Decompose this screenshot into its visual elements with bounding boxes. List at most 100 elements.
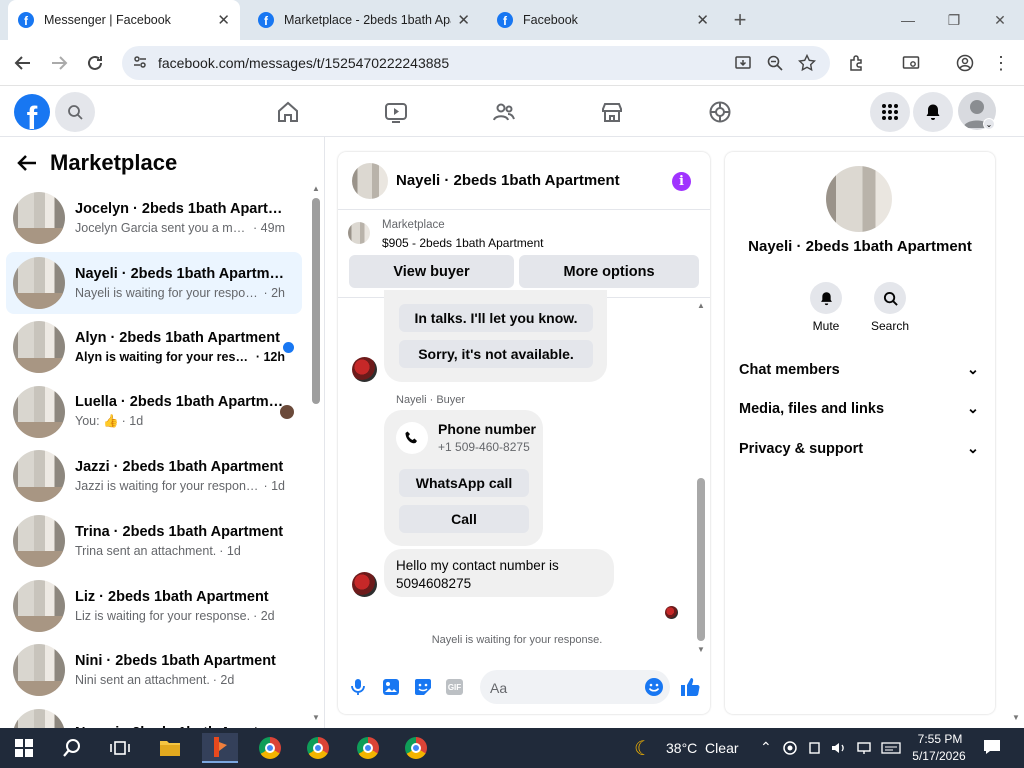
weather-text[interactable]: 38°C Clear: [666, 740, 739, 756]
tab-search-icon[interactable]: [900, 52, 922, 74]
photo-icon[interactable]: [382, 678, 400, 696]
view-buyer-button[interactable]: View buyer: [349, 255, 514, 288]
tab-facebook[interactable]: f Facebook ✕: [487, 0, 719, 40]
gaming-icon[interactable]: [708, 100, 732, 124]
gif-icon[interactable]: GIF: [446, 679, 463, 695]
media-files-links-section[interactable]: Media, files and links ⌄: [739, 401, 979, 417]
chrome-profile-icon[interactable]: [300, 733, 336, 763]
chat-header-avatar[interactable]: [352, 163, 388, 199]
reload-icon[interactable]: [84, 52, 106, 74]
clock-time[interactable]: 7:55 PM: [912, 732, 968, 746]
conversation-item[interactable]: Nayeli · 2beds 1bath Apartment Nayeli is …: [6, 251, 302, 314]
video-icon[interactable]: [384, 100, 408, 124]
mute-bell-icon[interactable]: [810, 282, 842, 314]
message-input[interactable]: [480, 670, 670, 704]
search-label[interactable]: Search: [864, 319, 916, 333]
minimize-icon[interactable]: —: [894, 8, 922, 32]
close-tab-icon[interactable]: ✕: [696, 11, 709, 29]
forward-arrow-icon[interactable]: [48, 52, 70, 74]
tab-marketplace[interactable]: f Marketplace - 2beds 1bath Apa ✕: [248, 0, 480, 40]
install-app-icon[interactable]: [732, 52, 754, 74]
facebook-search-icon[interactable]: [55, 92, 95, 132]
account-chevron-icon[interactable]: ⌄: [983, 118, 995, 130]
notification-center-icon[interactable]: [982, 738, 1002, 756]
more-options-button[interactable]: More options: [519, 255, 699, 288]
chat-scroll-up-icon[interactable]: ▲: [697, 301, 705, 310]
conversation-preview: You: 👍: [75, 414, 119, 429]
whatsapp-call-button[interactable]: WhatsApp call: [399, 469, 529, 497]
url-text[interactable]: facebook.com/messages/t/1525470222243885: [158, 55, 449, 71]
listing-thumbnail: [13, 579, 65, 632]
chat-scroll-down-icon[interactable]: ▼: [697, 645, 705, 654]
windows-start-icon[interactable]: [6, 733, 42, 763]
chrome-profile-icon[interactable]: [350, 733, 386, 763]
weather-moon-icon[interactable]: ☾: [634, 736, 652, 761]
info-name: Nayeli · 2beds 1bath Apartment: [748, 238, 972, 255]
clock-date[interactable]: 5/17/2026: [906, 749, 972, 763]
chrome-profile-icon[interactable]: [398, 733, 434, 763]
marketplace-icon[interactable]: [600, 100, 624, 124]
sender-avatar[interactable]: [352, 357, 377, 382]
microphone-icon[interactable]: [350, 678, 366, 696]
profile-icon[interactable]: [954, 52, 976, 74]
phone-number: +1 509-460-8275: [438, 440, 530, 454]
chevron-down-icon: ⌄: [966, 401, 979, 417]
emoji-icon[interactable]: [644, 677, 664, 697]
quick-reply-not-available[interactable]: Sorry, it's not available.: [399, 340, 593, 368]
mute-label[interactable]: Mute: [800, 319, 852, 333]
site-info-icon[interactable]: [132, 54, 148, 70]
tab-messenger[interactable]: f Messenger | Facebook ✕: [8, 0, 240, 40]
back-arrow-icon[interactable]: [12, 52, 34, 74]
close-window-icon[interactable]: ✕: [986, 8, 1014, 32]
new-tab-icon[interactable]: +: [726, 7, 754, 32]
listing-title[interactable]: $905 - 2beds 1bath Apartment: [382, 236, 543, 250]
conversation-item[interactable]: Nini · 2beds 1bath Apartment Nini sent an…: [6, 639, 302, 701]
chat-scrollbar[interactable]: [697, 478, 705, 641]
conversation-item[interactable]: Alyn · 2beds 1bath Apartment Alyn is wait…: [6, 316, 302, 378]
call-button[interactable]: Call: [399, 505, 529, 533]
file-explorer-icon[interactable]: [152, 733, 188, 763]
browser-menu-icon[interactable]: ⋮: [990, 52, 1012, 74]
sender-avatar[interactable]: [352, 572, 377, 597]
listing-thumbnail: [13, 515, 65, 567]
groups-icon[interactable]: [492, 100, 516, 124]
notifications-bell-icon[interactable]: [913, 92, 953, 132]
chrome-icon[interactable]: [252, 733, 288, 763]
back-arrow-icon[interactable]: [16, 152, 38, 174]
conversation-name: Alyn · 2beds 1bath Apartment: [75, 330, 280, 347]
extensions-icon[interactable]: [846, 52, 868, 74]
info-avatar[interactable]: [826, 166, 892, 232]
scroll-down-icon[interactable]: ▼: [312, 713, 320, 722]
zoom-icon[interactable]: [764, 52, 786, 74]
close-tab-icon[interactable]: ✕: [457, 11, 470, 29]
restore-icon[interactable]: ❐: [940, 8, 968, 32]
privacy-support-section[interactable]: Privacy & support ⌄: [739, 441, 979, 457]
taskbar-app-active-icon[interactable]: [202, 733, 238, 763]
menu-grid-icon[interactable]: [870, 92, 910, 132]
task-view-icon[interactable]: [102, 733, 138, 763]
thumbs-up-icon[interactable]: [679, 676, 701, 698]
facebook-logo-icon[interactable]: f: [14, 94, 50, 130]
bookmark-star-icon[interactable]: [796, 52, 818, 74]
chat-members-section[interactable]: Chat members ⌄: [739, 362, 979, 378]
conversation-info-icon[interactable]: i: [672, 172, 691, 191]
conversation-list-scrollbar[interactable]: [312, 198, 320, 404]
scroll-up-icon[interactable]: ▲: [312, 184, 320, 193]
conversation-item[interactable]: Trina · 2beds 1bath Apartment Trina sent …: [6, 510, 302, 572]
show-hidden-icons-icon[interactable]: ⌃: [760, 739, 772, 756]
phone-card-title: Phone number: [438, 421, 537, 437]
page-scroll-down-icon[interactable]: ▼: [1012, 713, 1020, 722]
conversation-item[interactable]: Liz · 2beds 1bath Apartment Liz is waitin…: [6, 575, 302, 637]
home-icon[interactable]: [276, 100, 300, 124]
search-in-conversation-icon[interactable]: [874, 282, 906, 314]
conversation-item[interactable]: Jocelyn · 2beds 1bath Apartment Jocelyn G…: [6, 187, 302, 249]
sticker-icon[interactable]: [414, 678, 432, 696]
taskbar-search-icon[interactable]: [54, 733, 90, 763]
system-tray-icons[interactable]: [782, 740, 902, 756]
chat-title[interactable]: Nayeli · 2beds 1bath Apartment: [396, 172, 620, 189]
conversation-item[interactable]: Jazzi · 2beds 1bath Apartment Jazzi is wa…: [6, 445, 302, 507]
listing-thumbnail[interactable]: [348, 222, 370, 244]
conversation-item[interactable]: Luella · 2beds 1bath Apartment You: 👍 · 1d: [6, 381, 302, 443]
close-tab-icon[interactable]: ✕: [217, 11, 230, 29]
quick-reply-in-talks[interactable]: In talks. I'll let you know.: [399, 304, 593, 332]
